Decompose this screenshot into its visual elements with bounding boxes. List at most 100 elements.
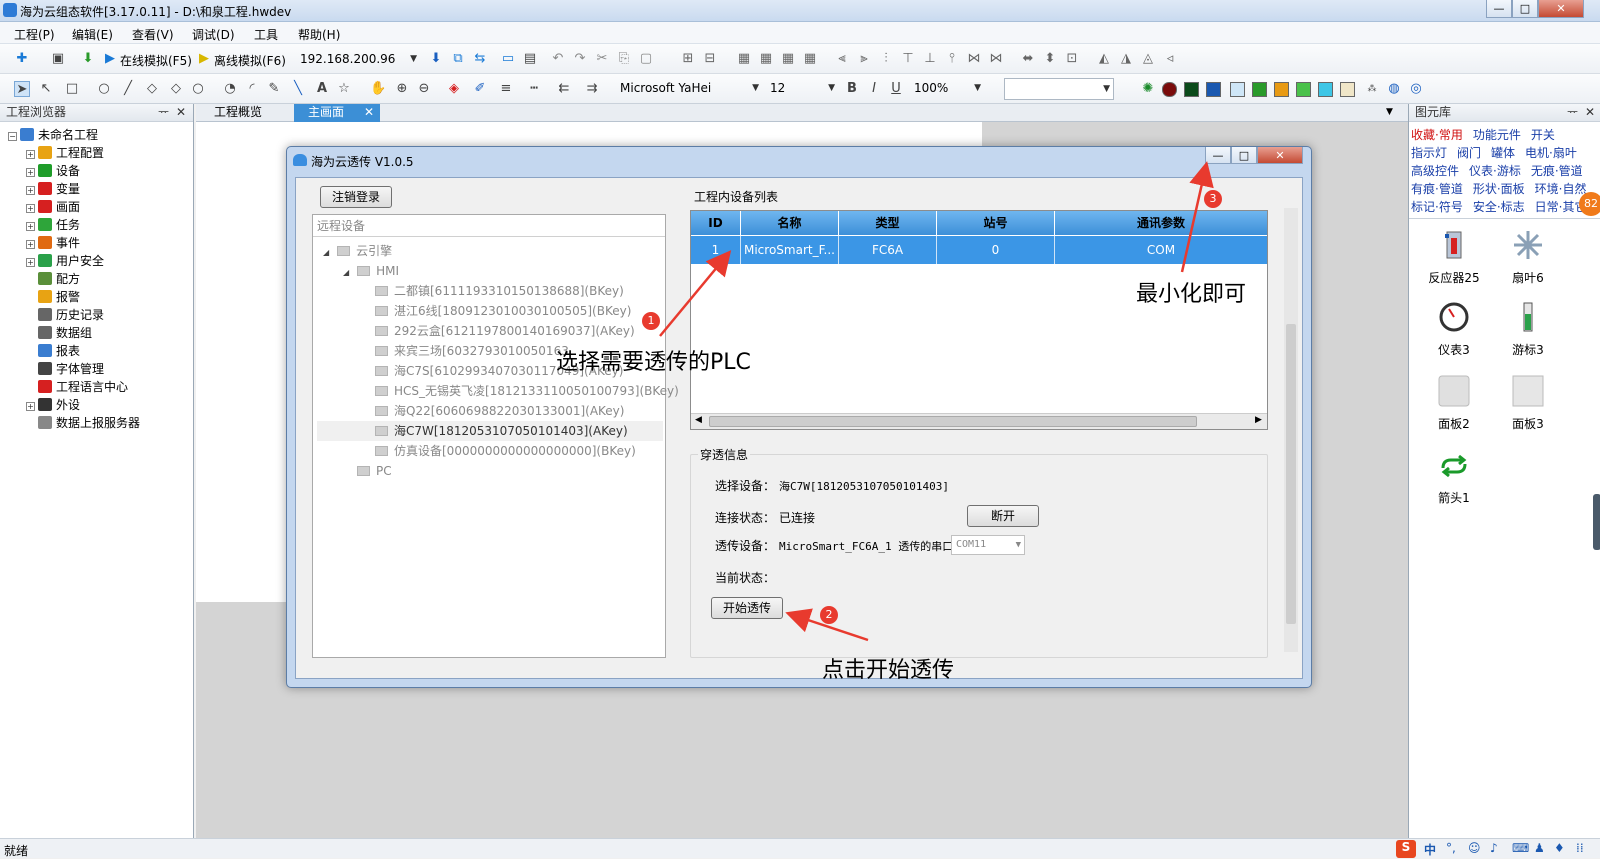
tree-item[interactable]: + 事件 — [8, 234, 140, 252]
distribute-h-icon[interactable]: ⋈ — [966, 51, 982, 67]
record-icon[interactable] — [1162, 82, 1177, 97]
transfer-icon[interactable]: ⇆ — [472, 51, 488, 67]
column-header-name[interactable]: 名称 — [741, 211, 839, 235]
font-size-combo[interactable]: 12 ▼ — [766, 78, 838, 100]
tree-item[interactable]: + 任务 — [8, 216, 140, 234]
tree-item[interactable]: 配方 — [8, 270, 140, 288]
disconnect-button[interactable]: 断开 — [967, 505, 1039, 527]
align-center-icon[interactable]: ⫶ — [878, 51, 894, 67]
diamond-icon[interactable]: ◇ — [144, 81, 160, 97]
tree-item[interactable]: 数据上报服务器 — [8, 414, 140, 432]
ellipse-icon[interactable]: ○ — [190, 81, 206, 97]
online-sim-button[interactable]: 在线模拟(F5) — [120, 52, 192, 69]
remote-device-item[interactable]: 二都镇[6111193310150138688](BKey) — [317, 281, 663, 301]
lib-item-arrow[interactable]: 箭头1 — [1419, 448, 1489, 506]
copy-icon[interactable]: ⎘ — [616, 51, 632, 67]
align-left-icon[interactable]: ⫷ — [834, 51, 850, 67]
bold-button[interactable]: B — [844, 81, 860, 97]
pin-icon[interactable]: ᅲ — [1567, 104, 1578, 121]
lib-item-reactor[interactable]: 反应器25 — [1419, 228, 1489, 286]
connector-icon[interactable]: ╲ — [290, 81, 306, 97]
remote-device-item[interactable]: ◢ 云引擎 — [317, 241, 663, 261]
redo-icon[interactable]: ↷ — [572, 51, 588, 67]
cut-icon[interactable]: ✂ — [594, 51, 610, 67]
library-category[interactable]: 无痕·管道 — [1531, 164, 1583, 178]
keyboard-icon[interactable]: ⌨ — [1512, 841, 1529, 855]
minimize-button[interactable]: — — [1486, 0, 1512, 18]
vscroll-thumb[interactable] — [1286, 324, 1296, 624]
scroll-thumb[interactable] — [709, 416, 1197, 427]
expand-icon[interactable]: + — [26, 150, 35, 159]
dialog-minimize-button[interactable]: — — [1205, 147, 1231, 164]
tree-item[interactable]: 历史记录 — [8, 306, 140, 324]
globe-icon[interactable]: ◍ — [1386, 81, 1402, 97]
arrow-start-icon[interactable]: ⇇ — [556, 81, 572, 97]
remote-device-item[interactable]: ◢ HMI — [317, 261, 663, 281]
tree-item[interactable]: + 设备 — [8, 162, 140, 180]
rectangle-icon[interactable]: □ — [64, 81, 80, 97]
download-icon[interactable]: ⬇ — [80, 51, 96, 67]
table-row[interactable]: 1 MicroSmart_F... FC6A 0 COM — [691, 236, 1267, 264]
horizontal-scrollbar[interactable]: ◀ ▶ — [691, 413, 1267, 429]
tree-item[interactable]: 报表 — [8, 342, 140, 360]
gear-green-icon[interactable]: ✺ — [1140, 81, 1156, 97]
grid-icon[interactable]: ⁞⁞ — [1576, 841, 1584, 855]
lib-item-panel3[interactable]: 面板3 — [1493, 374, 1563, 432]
align-middle-icon[interactable]: ⫯ — [944, 51, 960, 67]
com-port-select[interactable]: COM11 ▼ — [951, 535, 1025, 555]
zoom-in-icon[interactable]: ⊕ — [394, 81, 410, 97]
remote-device-item[interactable]: HCS_无锡英飞凌[1812133110050100793](BKey) — [317, 381, 679, 401]
lib-item-fan[interactable]: 扇叶6 — [1493, 228, 1563, 286]
swatch-orange-icon[interactable] — [1274, 82, 1289, 97]
tree-item[interactable]: + 用户安全 — [8, 252, 140, 270]
tree-item[interactable]: + 变量 — [8, 180, 140, 198]
remote-device-item[interactable]: 292云盒[6121197800140169037](AKey) — [317, 321, 663, 341]
tree-item[interactable]: 数据组 — [8, 324, 140, 342]
italic-button[interactable]: I — [866, 81, 882, 97]
hand-icon[interactable]: ✋ — [370, 81, 386, 97]
forward-icon[interactable]: ▦ — [780, 51, 796, 67]
group-icon[interactable]: ⊞ — [680, 51, 696, 67]
tab-overview[interactable]: 工程概览 — [200, 104, 276, 122]
library-category[interactable]: 收藏·常用 — [1411, 128, 1463, 142]
lib-item-panel2[interactable]: 面板2 — [1419, 374, 1489, 432]
tree-item[interactable]: + 工程配置 — [8, 144, 140, 162]
menu-help[interactable]: 帮助(H) — [298, 26, 340, 43]
flip-h-icon[interactable]: ◮ — [1118, 51, 1134, 67]
library-category[interactable]: 安全·标志 — [1473, 200, 1525, 214]
column-header-id[interactable]: ID — [691, 211, 741, 235]
tree-item[interactable]: + 外设 — [8, 396, 140, 414]
zoom-out-icon[interactable]: ⊖ — [416, 81, 432, 97]
remote-device-item[interactable]: 海Q22[6060698822030133001](AKey) — [317, 401, 663, 421]
menu-tools[interactable]: 工具 — [254, 26, 278, 43]
zoom-combo[interactable]: 100% ▼ — [910, 78, 984, 100]
rotate-back-icon[interactable]: ◃ — [1162, 51, 1178, 67]
refresh-icon[interactable]: ◎ — [1408, 81, 1424, 97]
mic-icon[interactable]: ♪ — [1490, 841, 1498, 855]
library-category[interactable]: 开关 — [1531, 128, 1555, 142]
same-height-icon[interactable]: ⬍ — [1042, 51, 1058, 67]
library-category[interactable]: 指示灯 — [1411, 146, 1447, 160]
arrow-end-icon[interactable]: ⇉ — [584, 81, 600, 97]
send-back-icon[interactable]: ▦ — [758, 51, 774, 67]
library-category[interactable]: 环境·自然 — [1535, 182, 1587, 196]
tab-close-icon[interactable]: ✕ — [364, 104, 374, 121]
notification-badge[interactable]: 82 — [1579, 192, 1600, 216]
save-icon[interactable]: ▣ — [50, 51, 66, 67]
swatch-blue-icon[interactable] — [1206, 82, 1221, 97]
close-icon[interactable]: ✕ — [1585, 104, 1595, 121]
line-width-icon[interactable]: ≡ — [498, 81, 514, 97]
swatch-cyan-icon[interactable] — [1318, 82, 1333, 97]
shirt-icon[interactable]: ♦ — [1554, 841, 1565, 855]
emoji-icon[interactable]: ☺ — [1468, 841, 1481, 855]
library-category[interactable]: 电机·扇叶 — [1525, 146, 1577, 160]
library-category[interactable]: 有痕·管道 — [1411, 182, 1463, 196]
punct-icon[interactable]: °, — [1446, 841, 1456, 855]
monitor-icon[interactable]: ▭ — [500, 51, 516, 67]
arrow-down-icon[interactable]: ⬇ — [428, 51, 444, 67]
user-icon[interactable]: ♟ — [1534, 841, 1545, 855]
rotate-icon[interactable]: ◬ — [1140, 51, 1156, 67]
pin-icon[interactable]: ᅲ — [158, 104, 169, 121]
tree-toggle-icon[interactable]: ◢ — [343, 268, 349, 277]
tree-item[interactable]: + 画面 — [8, 198, 140, 216]
